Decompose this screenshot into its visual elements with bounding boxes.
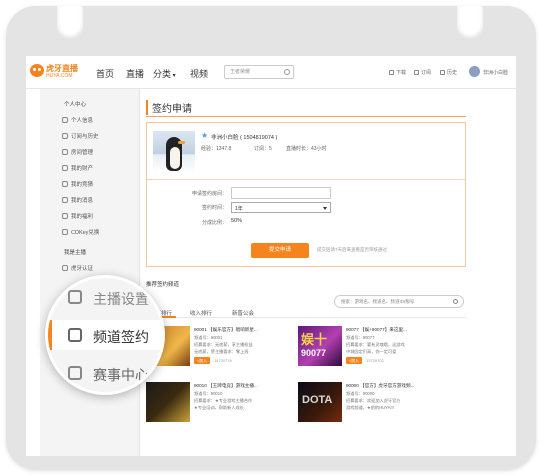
huya-logo[interactable]: 虎牙直播 HUYA.COM bbox=[30, 62, 78, 84]
nav-live[interactable]: 直播 bbox=[126, 67, 144, 80]
channel-title[interactable]: 90077 【娱+90077】来这里... bbox=[346, 327, 407, 333]
key-icon bbox=[62, 229, 68, 235]
channel-desc: 无底薪，赞主播要求：零上线 bbox=[194, 349, 249, 354]
username[interactable]: 非洲小白脸 bbox=[483, 69, 508, 76]
join-button[interactable]: +加入 bbox=[194, 357, 210, 364]
frame-notch bbox=[457, 6, 483, 40]
nav-home[interactable]: 首页 bbox=[96, 67, 114, 80]
chevron-down-icon: ▾ bbox=[171, 73, 176, 79]
sidebar-item-profile[interactable]: 个人信息 bbox=[62, 116, 93, 124]
channel-desc: 游戏频道，★前的HUYA!!! bbox=[346, 405, 394, 410]
sidebar-item-streamer-settings[interactable]: 主播设置 bbox=[93, 289, 149, 309]
top-navigation-bar: 虎牙直播 HUYA.COM 首页 直播 分类 ▾ 视频 王者荣耀 下载 订阅 历… bbox=[26, 56, 516, 89]
contract-icon bbox=[68, 328, 82, 342]
frame-notch bbox=[57, 6, 83, 40]
profile-subs: 订阅：5 bbox=[254, 146, 272, 152]
magnifier-overlay: 主播设置 频道签约 赛事中心 bbox=[45, 275, 165, 395]
apply-card: ★ 非洲小白脸 ( 1504819074 ) 经验：1347.8 订阅：5 直播… bbox=[146, 122, 466, 267]
nav-category[interactable]: 分类 ▾ bbox=[153, 67, 176, 80]
active-item-bar bbox=[48, 320, 52, 350]
channel-title[interactable]: 90001 【娱乐官方】唱响新星... bbox=[194, 327, 258, 333]
room-input[interactable] bbox=[231, 187, 331, 199]
search-input[interactable]: 王者荣耀 bbox=[224, 65, 294, 79]
history-button[interactable]: 历史 bbox=[440, 69, 457, 76]
shield-icon bbox=[62, 265, 68, 271]
channel-desc: 招募要求：★专业游戏主播合作 bbox=[194, 398, 253, 403]
heart-icon bbox=[62, 133, 68, 139]
profile-name: 非洲小白脸 ( 1504819074 ) bbox=[211, 135, 278, 141]
sidebar-item-events[interactable]: 赛事中心 bbox=[93, 365, 149, 385]
channel-desc: 招募要求：要有灵魂哦，这游戏 bbox=[346, 342, 405, 347]
download-icon bbox=[389, 70, 394, 75]
share-value: 50% bbox=[231, 218, 243, 224]
channel-id: 频道号：90010 bbox=[194, 391, 223, 396]
share-label: 分成比例： bbox=[201, 220, 227, 226]
sidebar-item-subscriptions[interactable]: 订阅与历史 bbox=[62, 132, 99, 140]
streamer-settings-icon bbox=[68, 290, 82, 304]
channel-id: 频道号：90077 bbox=[346, 335, 375, 340]
channel-title[interactable]: 90010 【王牌电竞】游戏主播... bbox=[194, 383, 258, 389]
channel-thumbnail[interactable] bbox=[146, 382, 190, 422]
submit-button[interactable]: 提交申请 bbox=[251, 243, 309, 258]
room-icon bbox=[62, 149, 68, 155]
download-button[interactable]: 下载 bbox=[389, 69, 406, 76]
channel-search-input[interactable]: 搜索：游戏名、频道名、频道ID/靓号 bbox=[334, 295, 464, 308]
channel-desc: 招募要求：无底薪，享主播权益 bbox=[194, 342, 253, 347]
tab-new-guild[interactable]: 新晋公会 bbox=[232, 309, 254, 317]
subscribe-button[interactable]: 订阅 bbox=[414, 69, 431, 76]
nav-video[interactable]: 视频 bbox=[190, 67, 208, 80]
channel-id: 频道号：90000 bbox=[346, 391, 375, 396]
sidebar-item-channel-contract[interactable]: 频道签约 bbox=[93, 327, 149, 347]
sidebar: 个人中心 个人信息 订阅与历史 房间管理 我的财产 我的竞猜 我的消息 我的福利… bbox=[40, 89, 140, 456]
page-title: 签约申请 bbox=[146, 100, 192, 115]
sidebar-item-cdkey[interactable]: CDKey兑换 bbox=[62, 228, 99, 236]
tiger-logo-icon bbox=[30, 64, 44, 77]
sidebar-item-verify[interactable]: 虎牙认证 bbox=[62, 264, 93, 272]
tabs-divider bbox=[146, 317, 466, 318]
gift-icon bbox=[62, 213, 68, 219]
search-icon[interactable] bbox=[453, 299, 458, 304]
sidebar-item-messages[interactable]: 我的消息 bbox=[62, 196, 93, 204]
clock-icon bbox=[440, 70, 445, 75]
profile-time: 直播时长：43小时 bbox=[286, 146, 327, 152]
message-icon bbox=[62, 197, 68, 203]
period-select[interactable]: 1年 bbox=[231, 202, 331, 213]
channel-count: 14720776 bbox=[214, 358, 232, 363]
title-divider bbox=[146, 116, 466, 117]
heart-icon bbox=[414, 70, 419, 75]
channel-title[interactable]: 90000 【官方】虎牙官方游戏频... bbox=[346, 383, 414, 389]
channel-thumbnail[interactable]: DOTA bbox=[298, 382, 342, 422]
room-label: 申请签约房间： bbox=[191, 191, 227, 197]
submit-note: 提交后请7天后来查看是否审核通过 bbox=[317, 247, 388, 252]
avatar[interactable] bbox=[469, 66, 480, 77]
channel-count: 13729702 bbox=[366, 358, 384, 363]
star-icon: ★ bbox=[201, 131, 209, 140]
channel-desc: 中城固定们高，你一定可爱 bbox=[346, 349, 397, 354]
trophy-icon bbox=[62, 181, 68, 187]
trophy-icon bbox=[68, 366, 82, 380]
join-button[interactable]: +加入 bbox=[346, 357, 362, 364]
tab-income[interactable]: 收入排行 bbox=[190, 309, 212, 317]
sidebar-item-guess[interactable]: 我的竞猜 bbox=[62, 180, 93, 188]
channel-desc: ★专业培训，帮助新人成长 bbox=[194, 405, 244, 410]
channel-thumbnail[interactable]: 娱十 90077 bbox=[298, 326, 342, 366]
sidebar-item-room[interactable]: 房间管理 bbox=[62, 148, 93, 156]
profile-photo bbox=[153, 131, 195, 173]
sidebar-section-title: 我是主播 bbox=[64, 250, 87, 256]
channel-id: 频道号：90001 bbox=[194, 335, 223, 340]
period-label: 签约时间： bbox=[201, 205, 227, 211]
browser-screen: 虎牙直播 HUYA.COM 首页 直播 分类 ▾ 视频 王者荣耀 下载 订阅 历… bbox=[26, 56, 516, 456]
main-content: 签约申请 ★ 非洲小白脸 ( 1504819074 ) 经验：1347.8 订阅… bbox=[146, 94, 466, 456]
user-icon bbox=[62, 117, 68, 123]
sidebar-section-title: 个人中心 bbox=[64, 102, 87, 108]
recommend-title: 推荐签约频道 bbox=[146, 282, 180, 288]
chevron-down-icon bbox=[323, 207, 327, 210]
sidebar-item-assets[interactable]: 我的财产 bbox=[62, 164, 93, 172]
wallet-icon bbox=[62, 165, 68, 171]
sidebar-item-welfare[interactable]: 我的福利 bbox=[62, 212, 93, 220]
card-divider bbox=[147, 179, 465, 180]
profile-level: 经验：1347.8 bbox=[201, 146, 232, 152]
channel-desc: 招募要求：欢迎加入虎牙官方 bbox=[346, 398, 401, 403]
search-icon[interactable] bbox=[284, 69, 290, 75]
